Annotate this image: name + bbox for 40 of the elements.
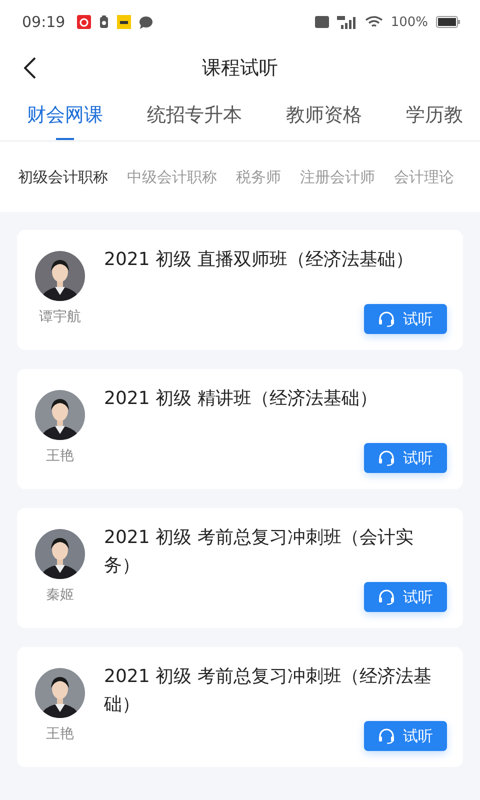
- subcategory-tab[interactable]: 税务师: [236, 168, 281, 186]
- category-tab[interactable]: 教师资格: [286, 102, 362, 140]
- app-notification-icon: [77, 15, 92, 29]
- category-tab[interactable]: 学历教: [406, 102, 463, 140]
- listen-button[interactable]: 试听: [364, 721, 447, 751]
- subcategory-tab[interactable]: 会计理论: [394, 168, 454, 186]
- course-card[interactable]: 王艳 2021 初级 精讲班（经济法基础） 试听: [17, 369, 463, 489]
- listen-button[interactable]: 试听: [364, 443, 447, 473]
- course-title: 2021 初级 考前总复习冲刺班（经济法基础）: [104, 665, 432, 717]
- subcategory-tab[interactable]: 初级会计职称: [18, 168, 108, 186]
- chat-icon: [139, 16, 154, 28]
- battery-percentage: 100%: [390, 14, 428, 30]
- battery-icon: [436, 16, 460, 28]
- teacher-name: 谭宇航: [39, 308, 81, 326]
- course-title: 2021 初级 精讲班（经济法基础）: [104, 387, 378, 411]
- page-title: 课程试听: [202, 56, 278, 81]
- teacher-name: 王艳: [46, 725, 74, 743]
- subcategory-tab[interactable]: 注册会计师: [300, 168, 375, 186]
- wifi-icon: [364, 16, 383, 28]
- headphones-icon: [378, 728, 395, 744]
- listen-button[interactable]: 试听: [364, 304, 447, 334]
- category-tab[interactable]: 财会网课: [27, 102, 103, 140]
- listen-button[interactable]: 试听: [364, 582, 447, 612]
- clipboard-icon: [99, 15, 110, 29]
- teacher-name: 王艳: [46, 447, 74, 465]
- headphones-icon: [378, 311, 395, 327]
- category-tab[interactable]: 统招专升本: [147, 102, 242, 140]
- status-time: 09:19: [22, 13, 66, 31]
- subcategory-tab[interactable]: 中级会计职称: [127, 168, 217, 186]
- teacher-name: 秦姬: [46, 586, 74, 604]
- course-card[interactable]: 王艳 2021 初级 考前总复习冲刺班（经济法基础） 试听: [17, 647, 463, 767]
- headphones-icon: [378, 589, 395, 605]
- course-card[interactable]: 谭宇航 2021 初级 直播双师班（经济法基础） 试听: [17, 230, 463, 350]
- course-card[interactable]: 秦姬 2021 初级 考前总复习冲刺班（会计实务） 试听: [17, 508, 463, 628]
- headphones-icon: [378, 450, 395, 466]
- course-title: 2021 初级 直播双师班（经济法基础）: [104, 248, 414, 272]
- signal-icon: [336, 15, 357, 29]
- back-icon[interactable]: [24, 57, 36, 79]
- course-title: 2021 初级 考前总复习冲刺班（会计实务）: [104, 526, 414, 578]
- app-notification-icon: [117, 15, 132, 29]
